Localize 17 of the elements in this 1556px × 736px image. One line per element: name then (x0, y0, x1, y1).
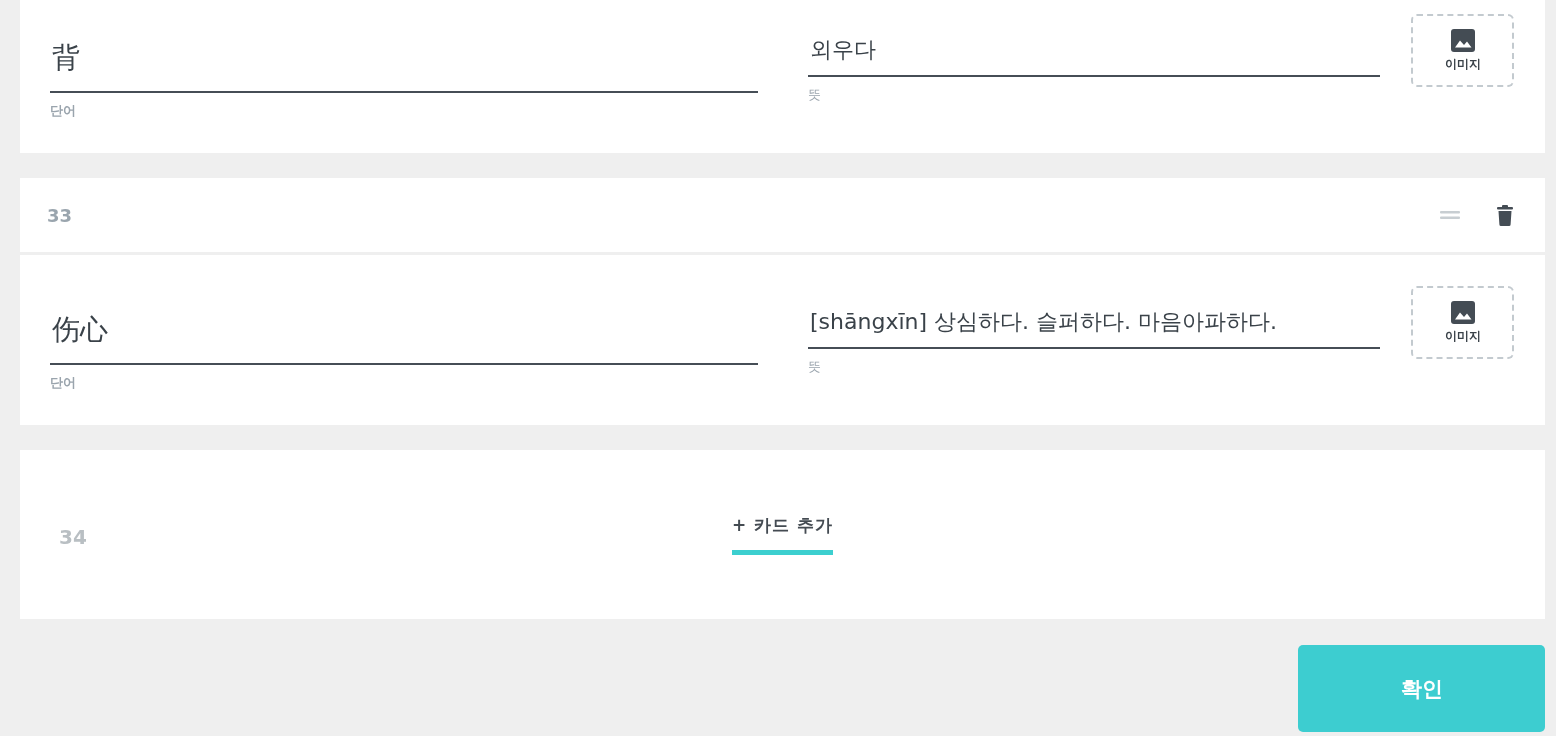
trash-icon[interactable] (1497, 204, 1513, 226)
picture-icon (1450, 300, 1475, 324)
image-button[interactable]: 이미지 (1411, 286, 1514, 359)
field-label: 단어 (50, 102, 76, 120)
term-field[interactable]: 背 (50, 25, 758, 93)
image-button[interactable]: 이미지 (1411, 14, 1514, 87)
card-number: 34 (59, 525, 87, 549)
definition-field[interactable]: 외우다 (808, 25, 1380, 77)
add-card-button[interactable]: + 카드 추가 (731, 514, 834, 555)
term-field[interactable]: 伤心 (50, 297, 758, 365)
field-label: 뜻 (808, 86, 821, 104)
card-number: 33 (47, 204, 73, 226)
drag-handle-icon[interactable] (1440, 211, 1460, 219)
definition-field[interactable]: [shāngxīn] 상심하다. 슬퍼하다. 마음아파하다. (808, 297, 1380, 349)
field-label: 단어 (50, 374, 76, 392)
picture-icon (1450, 28, 1475, 52)
field-label: 뜻 (808, 358, 821, 376)
